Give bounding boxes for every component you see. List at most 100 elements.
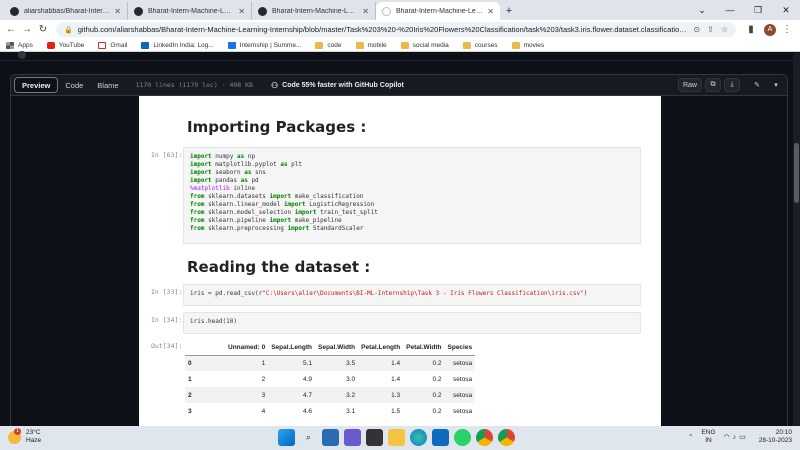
microsoft-store-icon[interactable] xyxy=(432,429,449,446)
browser-tab-1[interactable]: aliarshabbas/Bharat-Intern-Mac ✕ xyxy=(4,2,128,20)
browser-tab-2[interactable]: Bharat-Intern-Machine-Learning ✕ xyxy=(128,2,252,20)
github-icon xyxy=(134,6,143,16)
tab-title: aliarshabbas/Bharat-Intern-Mac xyxy=(24,7,110,15)
internshala-icon xyxy=(227,41,236,49)
browser-tab-3[interactable]: Bharat-Intern-Machine-Learning ✕ xyxy=(252,2,376,20)
avatar-partial xyxy=(18,51,26,59)
whatsapp-icon[interactable] xyxy=(454,429,471,446)
preview-button[interactable]: Preview xyxy=(14,77,59,93)
folder-icon xyxy=(400,41,409,49)
language-indicator[interactable]: ENG IN xyxy=(701,429,715,445)
bookmark-folder-mobile[interactable]: mobile xyxy=(355,41,387,49)
output-prompt: Out[34]: xyxy=(151,342,183,350)
weather-widget[interactable]: 1 23°C Haze xyxy=(8,427,42,445)
table-cell: 5.1 xyxy=(302,359,313,367)
reload-icon[interactable]: ↻ xyxy=(36,23,50,37)
new-tab-button[interactable]: + xyxy=(500,2,518,20)
windows-taskbar: 1 23°C Haze ⌕ ⌃ ENG IN ◠♪▭ 20:10 28-10-2… xyxy=(0,426,800,450)
github-icon xyxy=(258,6,267,16)
profile-avatar[interactable]: A xyxy=(764,23,776,36)
blame-button[interactable]: Blame xyxy=(90,77,125,93)
close-icon[interactable]: ✕ xyxy=(114,7,121,16)
file-view-toolbar: Preview Code Blame 1170 lines (1170 loc)… xyxy=(10,74,788,96)
lock-icon[interactable]: 🔒 xyxy=(64,26,73,34)
browser-tab-4[interactable]: Bharat-Intern-Machine-Learning ✕ xyxy=(376,2,500,20)
weather-condition: Haze xyxy=(26,437,42,444)
edit-pencil-icon[interactable]: ✎ xyxy=(749,78,765,92)
bookmark-label: YouTube xyxy=(58,41,85,49)
code-button[interactable]: Code xyxy=(58,77,90,93)
bookmark-folder-courses[interactable]: courses xyxy=(462,41,498,49)
chrome-icon[interactable] xyxy=(476,429,493,446)
table-cell: 0.2 xyxy=(432,359,442,367)
apps-grid-icon xyxy=(6,41,14,49)
minimize-icon[interactable]: — xyxy=(716,0,744,20)
bookmark-linkedin[interactable]: LinkedIn India: Log... xyxy=(141,41,214,49)
table-cell: 3 xyxy=(261,391,266,399)
task-view-icon[interactable] xyxy=(322,429,339,446)
gmail-icon xyxy=(98,41,107,49)
back-icon[interactable]: ← xyxy=(4,23,18,37)
bookmark-folder-social-media[interactable]: social media xyxy=(400,41,449,49)
bookmark-label: movies xyxy=(523,41,545,49)
table-cell: setosa xyxy=(452,391,473,399)
table-cell: 0.2 xyxy=(432,391,442,399)
bookmark-label: courses xyxy=(474,41,498,49)
tab-search-icon[interactable]: ⌄ xyxy=(688,0,716,20)
side-panel-icon[interactable]: ▮ xyxy=(744,23,758,37)
search-icon[interactable]: ⌕ xyxy=(300,429,317,446)
address-bar[interactable]: 🔒 github.com/aliarshabbas/Bharat-Intern-… xyxy=(56,22,736,37)
copy-icon[interactable]: ⧉ xyxy=(705,78,721,92)
app-icon[interactable] xyxy=(366,429,383,446)
share-icon[interactable]: ⇪ xyxy=(707,25,714,34)
bookmark-apps[interactable]: Apps xyxy=(6,41,33,49)
table-cell: 4.7 xyxy=(302,391,313,399)
column-header: Petal.Width xyxy=(403,340,445,356)
maximize-icon[interactable]: ❐ xyxy=(744,0,772,20)
teams-icon[interactable] xyxy=(344,429,361,446)
table-cell: 2 xyxy=(261,375,266,383)
file-explorer-icon[interactable] xyxy=(388,429,405,446)
kebab-menu-icon[interactable]: ⋮ xyxy=(780,23,794,37)
page-scrollbar[interactable] xyxy=(793,53,800,426)
close-window-icon[interactable]: ✕ xyxy=(772,0,800,20)
google-lens-icon[interactable]: ⊙ xyxy=(693,25,700,34)
notification-badge: 1 xyxy=(14,427,21,435)
copilot-promo[interactable]: ⚇ Code 55% faster with GitHub Copilot xyxy=(271,81,404,90)
close-icon[interactable]: ✕ xyxy=(487,7,494,16)
chrome-profile-icon[interactable] xyxy=(498,429,515,446)
raw-button[interactable]: Raw xyxy=(677,78,702,92)
bookmarks-bar: Apps YouTube Gmail LinkedIn India: Log..… xyxy=(0,39,800,52)
show-hidden-icons-icon[interactable]: ⌃ xyxy=(688,433,693,441)
chevron-down-icon[interactable]: ▾ xyxy=(768,78,784,92)
bookmark-internship[interactable]: Internship | Summe... xyxy=(227,41,301,49)
windows-start-icon[interactable] xyxy=(278,429,295,446)
bookmark-star-icon[interactable]: ☆ xyxy=(721,25,728,34)
github-icon xyxy=(10,6,19,16)
table-cell: 0.2 xyxy=(432,407,442,415)
bookmark-folder-movies[interactable]: movies xyxy=(511,41,545,49)
copilot-icon: ⚇ xyxy=(270,80,279,90)
input-prompt: In [33]: xyxy=(151,288,183,296)
bookmark-gmail[interactable]: Gmail xyxy=(98,41,127,49)
input-prompt: In [63]: xyxy=(151,151,183,159)
close-icon[interactable]: ✕ xyxy=(238,7,245,16)
column-header: Unnamed: 0 xyxy=(225,340,269,356)
wifi-volume-battery-icons[interactable]: ◠♪▭ xyxy=(724,433,749,441)
tab-title: Bharat-Intern-Machine-Learning xyxy=(148,7,234,15)
close-icon[interactable]: ✕ xyxy=(362,7,369,16)
download-icon[interactable]: ⤓ xyxy=(724,78,740,92)
edge-icon[interactable] xyxy=(410,429,427,446)
scrollbar-thumb[interactable] xyxy=(794,143,799,203)
folder-icon xyxy=(355,41,364,49)
table-cell: 1.4 xyxy=(391,359,401,367)
bookmark-folder-code[interactable]: code xyxy=(315,41,342,49)
forward-icon[interactable]: → xyxy=(20,23,34,37)
table-cell: 1.4 xyxy=(391,375,401,383)
bookmark-youtube[interactable]: YouTube xyxy=(46,41,85,49)
table-cell: 1 xyxy=(261,359,266,367)
bookmark-label: mobile xyxy=(367,41,387,49)
clock[interactable]: 20:10 28-10-2023 xyxy=(759,429,792,445)
code-cell-imports: import numpy as np import matplotlib.pyp… xyxy=(183,147,641,244)
table-cell: 3.0 xyxy=(346,375,356,383)
